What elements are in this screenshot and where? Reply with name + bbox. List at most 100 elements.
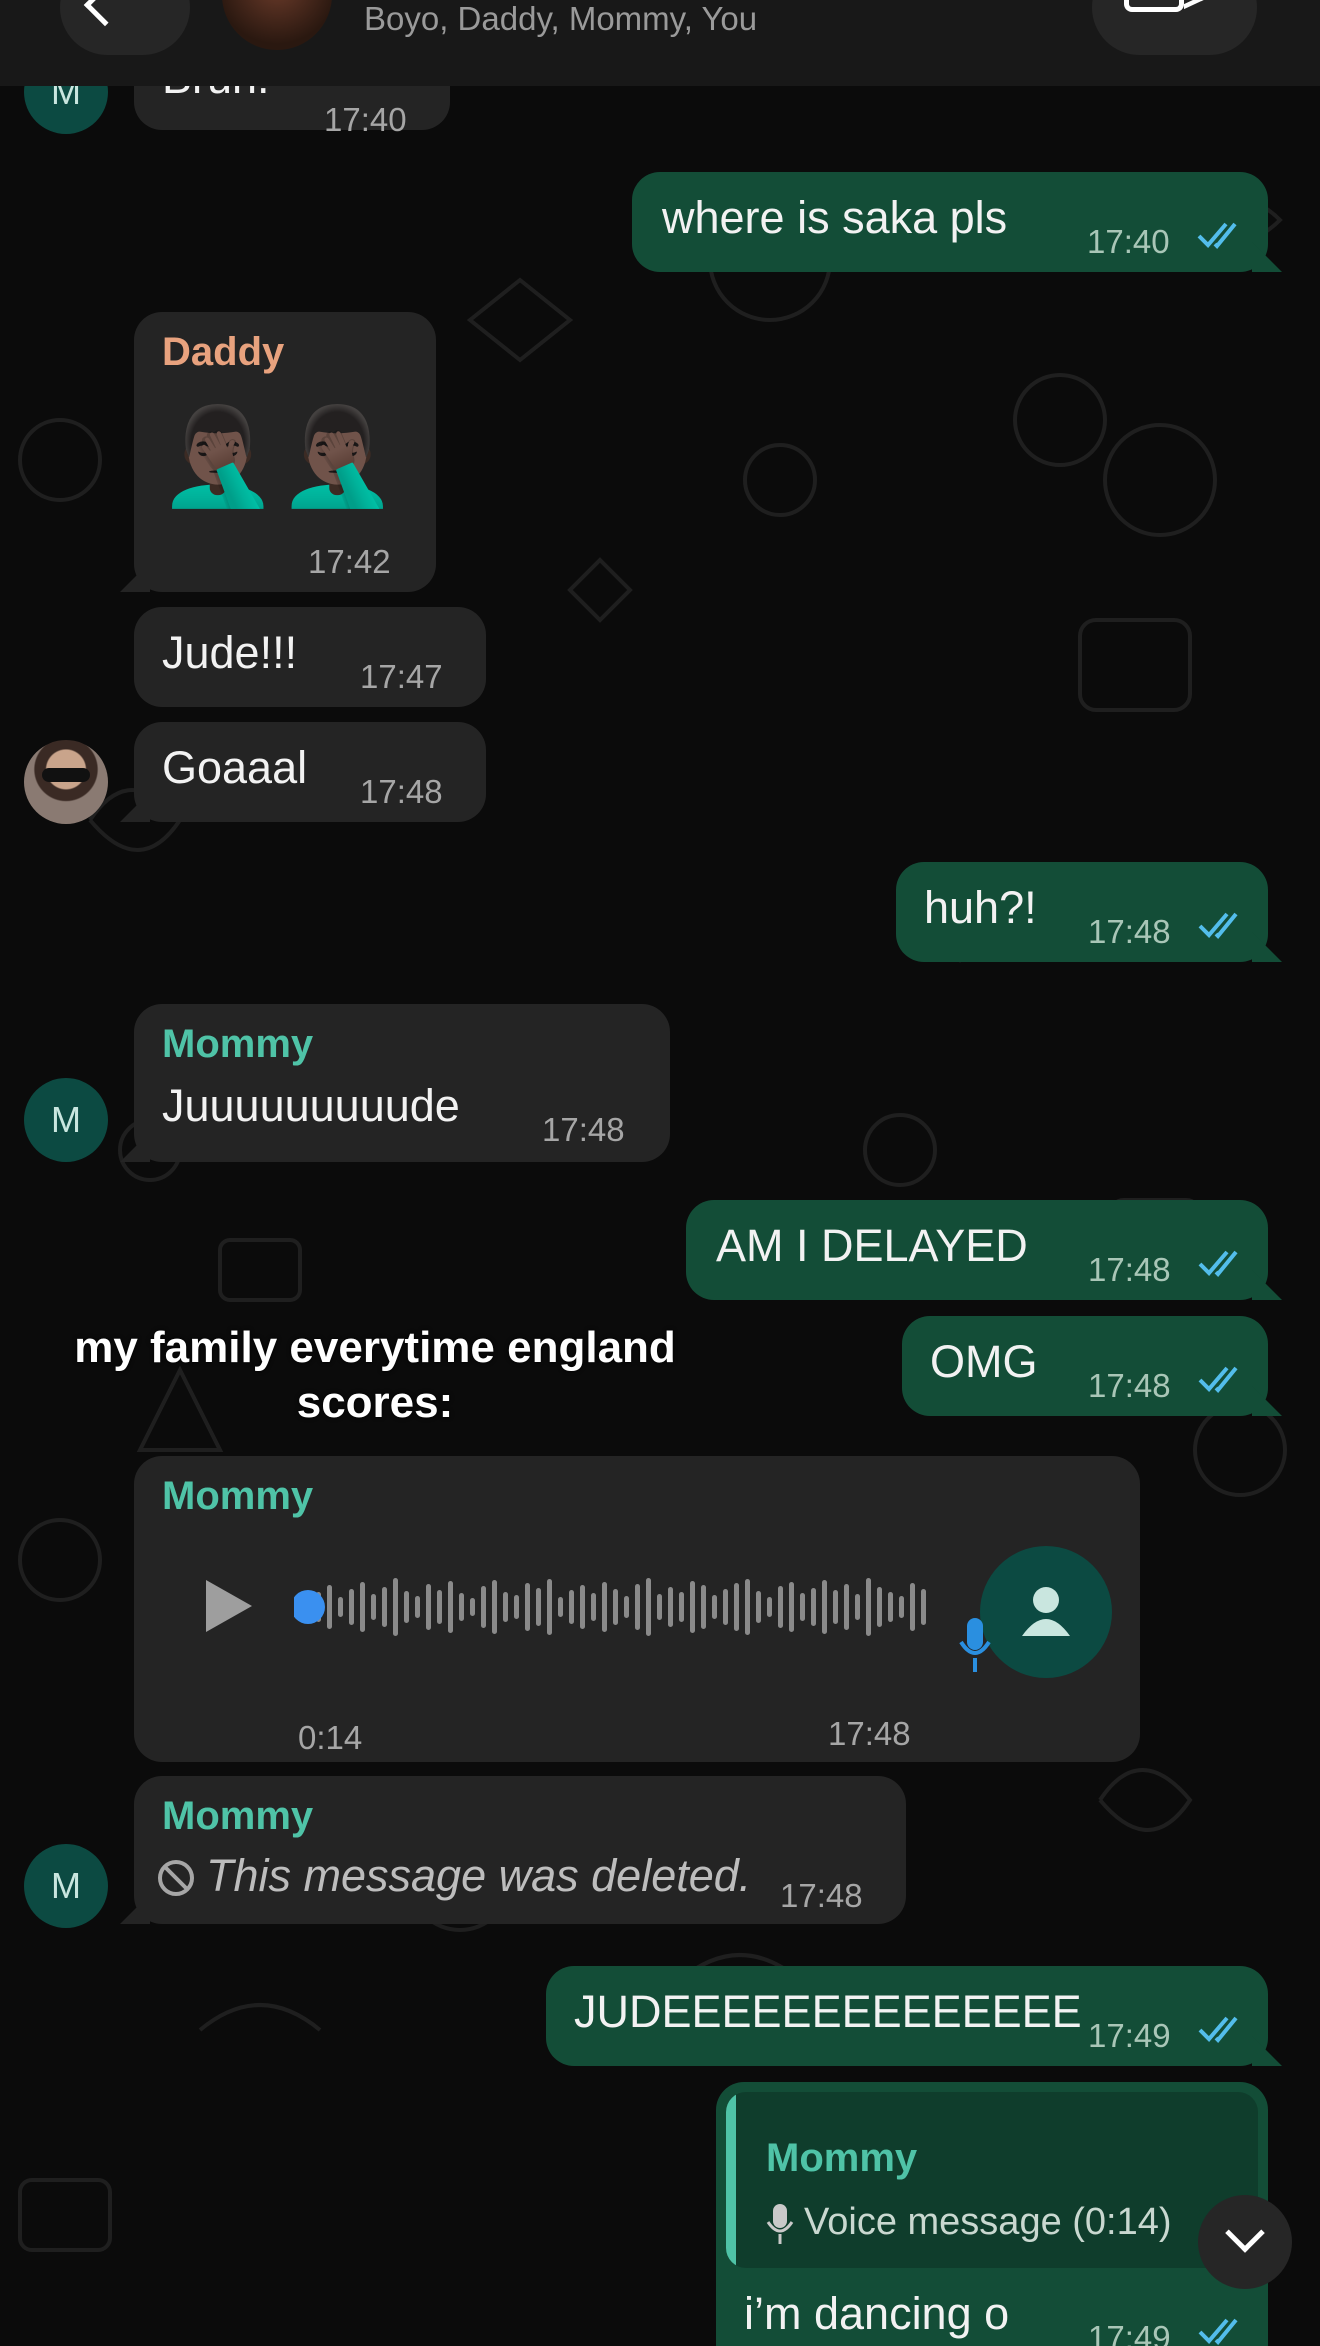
waveform-bar (657, 1594, 662, 1620)
waveform-bar (745, 1579, 750, 1635)
microphone-icon (766, 2204, 794, 2244)
waveform-bar (877, 1587, 882, 1627)
quoted-message[interactable]: Mommy Voice message (0:14) (726, 2092, 1258, 2268)
group-members[interactable]: Boyo, Daddy, Mommy, You (364, 0, 757, 38)
chevron-down-icon (1225, 2213, 1265, 2253)
video-call-button[interactable] (1092, 0, 1257, 55)
waveform-bar (679, 1592, 684, 1622)
waveform-bar (767, 1597, 772, 1617)
sender-name: Mommy (162, 1022, 314, 1066)
microphone-icon (959, 1618, 991, 1672)
message-bubble[interactable]: Mommy This message was deleted. 17:48 (134, 1776, 906, 1924)
waveform-bar (558, 1597, 563, 1617)
waveform-bar (591, 1593, 596, 1621)
waveform-bar (349, 1589, 354, 1625)
play-icon[interactable] (202, 1578, 254, 1634)
waveform-bar (393, 1578, 398, 1636)
waveform-bar (844, 1584, 849, 1630)
waveform-bar (569, 1590, 574, 1624)
waveform-bar (580, 1585, 585, 1629)
chevron-left-icon (83, 0, 127, 27)
message-bubble[interactable]: Goaaal 17:48 (134, 722, 486, 822)
avatar (980, 1546, 1112, 1678)
avatar[interactable] (24, 740, 108, 824)
voice-waveform[interactable] (294, 1574, 1054, 1640)
waveform-bar (701, 1585, 706, 1629)
waveform-bar (371, 1594, 376, 1620)
message-bubble[interactable]: Mommy Juuuuuuuuude 17:48 (134, 1004, 670, 1162)
waveform-bar (536, 1588, 541, 1626)
message-bubble[interactable]: AM I DELAYED 17:48 (686, 1200, 1268, 1300)
message-text: JUDEEEEEEEEEEEEEE (574, 1986, 1082, 2037)
message-bubble[interactable]: huh?! 17:48 (896, 862, 1268, 962)
message-time: 17:48 (360, 773, 443, 810)
sender-name: Daddy (162, 330, 285, 374)
waveform-bar (646, 1578, 651, 1636)
message-bubble[interactable]: OMG 17:48 (902, 1316, 1268, 1416)
waveform-bar (723, 1589, 728, 1625)
quoted-text: Voice message (0:14) (804, 2201, 1172, 2243)
waveform-bar (899, 1596, 904, 1618)
message-time: 17:48 (1088, 1251, 1171, 1288)
chat-header: 2 Boyo, Daddy, Mommy, You (0, 0, 1320, 86)
waveform-bar (888, 1592, 893, 1622)
waveform-bar (360, 1582, 365, 1632)
message-time: 17:48 (542, 1111, 625, 1148)
waveform-bar (613, 1589, 618, 1625)
waveform-bar (470, 1598, 475, 1616)
waveform-bar (426, 1584, 431, 1630)
scroll-to-bottom-button[interactable] (1198, 2195, 1292, 2289)
waveform-bar (459, 1593, 464, 1621)
message-text: AM I DELAYED (716, 1220, 1028, 1271)
waveform-bar (635, 1584, 640, 1630)
message-time: 17:47 (360, 658, 443, 695)
waveform-bar (910, 1583, 915, 1631)
emoji-text: 🤦🏿‍♂️🤦🏿‍♂️ (158, 403, 398, 510)
message-bubble[interactable]: Jude!!! 17:47 (134, 607, 486, 707)
message-time: 17:40 (1087, 223, 1170, 260)
avatar[interactable]: M (24, 1078, 108, 1162)
group-avatar[interactable] (222, 0, 332, 50)
waveform-bar (712, 1595, 717, 1619)
message-time: 17:42 (308, 543, 391, 580)
message-time: 17:40 (324, 101, 407, 138)
message-text: huh?! (924, 882, 1037, 933)
double-check-icon (1197, 222, 1237, 249)
message-bubble[interactable]: where is saka pls 17:40 (632, 172, 1268, 272)
reply-message-bubble[interactable]: Mommy Voice message (0:14) i’m dancing o… (716, 2082, 1268, 2346)
message-text: where is saka pls (662, 192, 1008, 243)
waveform-bar (789, 1582, 794, 1632)
deleted-message-text: This message was deleted. (206, 1850, 752, 1901)
waveform-bar (756, 1591, 761, 1623)
message-time: 17:49 (1088, 2319, 1171, 2346)
waveform-bar (822, 1580, 827, 1634)
voice-message-bubble[interactable]: Mommy 0:14 17:48 (134, 1456, 1140, 1762)
unread-count: 2 (138, 0, 160, 7)
waveform-bar (778, 1586, 783, 1628)
sender-name: Mommy (162, 1794, 314, 1838)
waveform-bar (866, 1578, 871, 1636)
message-text: Goaaal (162, 742, 308, 793)
waveform-bar (437, 1590, 442, 1624)
waveform-bar (514, 1595, 519, 1619)
message-time: 17:48 (828, 1715, 911, 1752)
waveform-bar (525, 1583, 530, 1631)
message-bubble[interactable]: JUDEEEEEEEEEEEEEE 17:49 (546, 1966, 1268, 2066)
message-time: 17:48 (1088, 913, 1171, 950)
waveform-bar (327, 1585, 332, 1629)
message-bubble[interactable]: Daddy 🤦🏿‍♂️🤦🏿‍♂️ 17:42 (134, 312, 436, 592)
overlay-caption: my family everytime england scores: (74, 1323, 676, 1427)
double-check-icon (1198, 1250, 1238, 1277)
blocked-icon (158, 1860, 194, 1896)
message-text: i’m dancing o (744, 2288, 1010, 2339)
double-check-icon (1198, 1366, 1238, 1393)
message-time: 17:48 (780, 1877, 863, 1914)
waveform-bar (382, 1587, 387, 1627)
back-button[interactable]: 2 (60, 0, 190, 55)
message-text: Jude!!! (162, 627, 298, 678)
waveform-bar (448, 1581, 453, 1633)
avatar[interactable]: M (24, 1844, 108, 1928)
waveform-bar (921, 1589, 926, 1625)
video-camera-icon (1124, 0, 1184, 12)
waveform-bar (338, 1597, 343, 1617)
